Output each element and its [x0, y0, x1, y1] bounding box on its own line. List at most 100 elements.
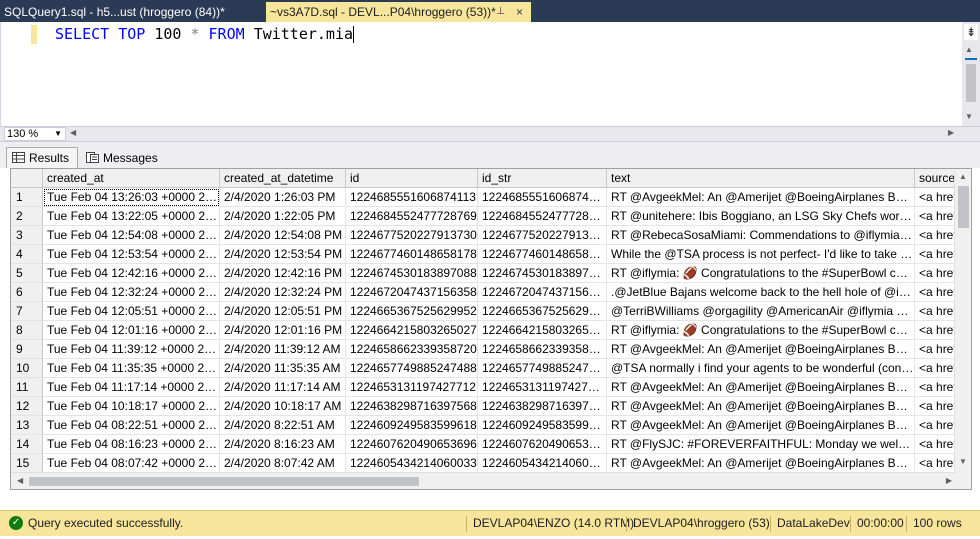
- row-number[interactable]: 8: [11, 321, 43, 340]
- pin-icon[interactable]: ⊥: [496, 2, 505, 22]
- table-cell-text[interactable]: RT @AvgeekMel: An @Amerijet @BoeingAirpl…: [607, 188, 915, 207]
- table-cell-id-str[interactable]: 1224664215803265027: [478, 321, 607, 340]
- table-row[interactable]: 4 Tue Feb 04 12:53:54 +0000 2020 2/4/2020 …: [11, 245, 963, 264]
- table-cell-text[interactable]: RT @RebecaSosaMiami: Commendations to @i…: [607, 226, 915, 245]
- row-number[interactable]: 13: [11, 416, 43, 435]
- scroll-left-icon[interactable]: ◀: [70, 128, 76, 137]
- table-cell-id[interactable]: 1224685551606874113: [346, 188, 478, 207]
- row-number[interactable]: 6: [11, 283, 43, 302]
- table-cell-text[interactable]: RT @AvgeekMel: An @Amerijet @BoeingAirpl…: [607, 397, 915, 416]
- scroll-thumb[interactable]: [958, 186, 969, 228]
- table-row[interactable]: 8 Tue Feb 04 12:01:16 +0000 2020 2/4/2020 …: [11, 321, 963, 340]
- table-cell-text[interactable]: RT @unitehere: Ibis Boggiano, an LSG Sky…: [607, 207, 915, 226]
- table-cell-created-at[interactable]: Tue Feb 04 11:39:12 +0000 2020: [43, 340, 220, 359]
- table-row[interactable]: 14 Tue Feb 04 08:16:23 +0000 2020 2/4/2020…: [11, 435, 963, 454]
- scroll-right-icon[interactable]: ▶: [948, 128, 954, 137]
- table-cell-id[interactable]: 1224658662339358720: [346, 340, 478, 359]
- table-cell-created-at-datetime[interactable]: 2/4/2020 12:32:24 PM: [220, 283, 346, 302]
- table-cell-id-str[interactable]: 1224605434214060033: [478, 454, 607, 473]
- table-cell-id[interactable]: 1224664215803265027: [346, 321, 478, 340]
- column-header-id-str[interactable]: id_str: [478, 169, 607, 188]
- table-cell-text[interactable]: RT @AvgeekMel: An @Amerijet @BoeingAirpl…: [607, 416, 915, 435]
- table-row[interactable]: 9 Tue Feb 04 11:39:12 +0000 2020 2/4/2020 …: [11, 340, 963, 359]
- table-cell-created-at-datetime[interactable]: 2/4/2020 12:54:08 PM: [220, 226, 346, 245]
- grid-horizontal-scrollbar[interactable]: ◀ ▶: [11, 472, 956, 489]
- split-editor-icon[interactable]: ⇟: [964, 24, 978, 40]
- tab-messages[interactable]: Messages: [80, 147, 158, 168]
- table-cell-text[interactable]: RT @iflymia: 🏈 Congratulations to the #S…: [607, 321, 915, 340]
- table-cell-text[interactable]: RT @AvgeekMel: An @Amerijet @BoeingAirpl…: [607, 454, 915, 473]
- row-number[interactable]: 4: [11, 245, 43, 264]
- column-header-created-at-datetime[interactable]: created_at_datetime: [220, 169, 346, 188]
- table-cell-text[interactable]: .@JetBlue Bajans welcome back to the hel…: [607, 283, 915, 302]
- table-row[interactable]: 1 Tue Feb 04 13:26:03 +0000 2020 2/4/2020 …: [11, 188, 963, 207]
- table-cell-id-str[interactable]: 1224685551606874113: [478, 188, 607, 207]
- table-row[interactable]: 15 Tue Feb 04 08:07:42 +0000 2020 2/4/2020…: [11, 454, 963, 473]
- table-cell-created-at[interactable]: Tue Feb 04 12:01:16 +0000 2020: [43, 321, 220, 340]
- table-cell-created-at[interactable]: Tue Feb 04 08:22:51 +0000 2020: [43, 416, 220, 435]
- table-cell-text[interactable]: RT @AvgeekMel: An @Amerijet @BoeingAirpl…: [607, 378, 915, 397]
- table-cell-id[interactable]: 1224638298716397568: [346, 397, 478, 416]
- sql-code-line[interactable]: SELECT TOP 100 * FROM Twitter.mia: [55, 25, 355, 44]
- table-cell-created-at[interactable]: Tue Feb 04 08:07:42 +0000 2020: [43, 454, 220, 473]
- table-cell-text[interactable]: While the @TSA process is not perfect- I…: [607, 245, 915, 264]
- table-cell-created-at-datetime[interactable]: 2/4/2020 10:18:17 AM: [220, 397, 346, 416]
- table-cell-id[interactable]: 1224605434214060033: [346, 454, 478, 473]
- table-cell-text[interactable]: @TerriBWilliams @orgagility @AmericanAir…: [607, 302, 915, 321]
- grid-vertical-scrollbar[interactable]: ▲ ▼: [954, 169, 971, 489]
- table-cell-id[interactable]: 1224609249583599618: [346, 416, 478, 435]
- table-cell-id-str[interactable]: 1224658662339358720: [478, 340, 607, 359]
- column-header-created-at[interactable]: created_at: [43, 169, 220, 188]
- table-row[interactable]: 11 Tue Feb 04 11:17:14 +0000 2020 2/4/2020…: [11, 378, 963, 397]
- table-cell-created-at-datetime[interactable]: 2/4/2020 11:35:35 AM: [220, 359, 346, 378]
- table-cell-id[interactable]: 1224653131197427712: [346, 378, 478, 397]
- table-cell-created-at-datetime[interactable]: 2/4/2020 12:53:54 PM: [220, 245, 346, 264]
- table-cell-created-at-datetime[interactable]: 2/4/2020 12:42:16 PM: [220, 264, 346, 283]
- scroll-down-icon[interactable]: ▼: [959, 457, 967, 466]
- table-cell-id-str[interactable]: 1224677520227913730: [478, 226, 607, 245]
- table-cell-id-str[interactable]: 1224674530183897088: [478, 264, 607, 283]
- table-cell-created-at[interactable]: Tue Feb 04 12:54:08 +0000 2020: [43, 226, 220, 245]
- table-row[interactable]: 13 Tue Feb 04 08:22:51 +0000 2020 2/4/2020…: [11, 416, 963, 435]
- editor-vertical-scrollbar[interactable]: ⇟ ▲ ▼: [962, 22, 980, 126]
- chevron-down-icon[interactable]: ▼: [54, 128, 62, 140]
- table-cell-id-str[interactable]: 1224672047437156358: [478, 283, 607, 302]
- scroll-up-icon[interactable]: ▲: [959, 172, 967, 181]
- row-number[interactable]: 14: [11, 435, 43, 454]
- table-row[interactable]: 10 Tue Feb 04 11:35:35 +0000 2020 2/4/2020…: [11, 359, 963, 378]
- table-cell-created-at-datetime[interactable]: 2/4/2020 1:26:03 PM: [220, 188, 346, 207]
- table-row[interactable]: 5 Tue Feb 04 12:42:16 +0000 2020 2/4/2020 …: [11, 264, 963, 283]
- table-cell-id-str[interactable]: 1224638298716397568: [478, 397, 607, 416]
- table-cell-text[interactable]: RT @iflymia: 🏈 Congratulations to the #S…: [607, 264, 915, 283]
- row-number[interactable]: 5: [11, 264, 43, 283]
- table-cell-id[interactable]: 1224684552477728769: [346, 207, 478, 226]
- table-cell-id-str[interactable]: 1224607620490653696: [478, 435, 607, 454]
- table-cell-text[interactable]: RT @AvgeekMel: An @Amerijet @BoeingAirpl…: [607, 340, 915, 359]
- tab-sqlquery1[interactable]: SQLQuery1.sql - h5...ust (hroggero (84))…: [4, 2, 225, 22]
- scroll-up-icon[interactable]: ▲: [965, 45, 973, 54]
- table-row[interactable]: 6 Tue Feb 04 12:32:24 +0000 2020 2/4/2020 …: [11, 283, 963, 302]
- table-cell-id[interactable]: 1224607620490653696: [346, 435, 478, 454]
- row-number[interactable]: 3: [11, 226, 43, 245]
- table-cell-created-at-datetime[interactable]: 2/4/2020 11:17:14 AM: [220, 378, 346, 397]
- table-cell-created-at[interactable]: Tue Feb 04 13:26:03 +0000 2020: [43, 188, 220, 207]
- grid-corner-header[interactable]: [11, 169, 43, 188]
- tab-results[interactable]: Results: [6, 147, 78, 168]
- tab-vs3a7d[interactable]: ~vs3A7D.sql - DEVL...P04\hroggero (53))*…: [266, 2, 531, 22]
- table-cell-id[interactable]: 1224677520227913730: [346, 226, 478, 245]
- scroll-thumb[interactable]: [29, 477, 419, 486]
- table-cell-created-at-datetime[interactable]: 2/4/2020 8:07:42 AM: [220, 454, 346, 473]
- row-number[interactable]: 12: [11, 397, 43, 416]
- table-cell-id-str[interactable]: 1224677460148658178: [478, 245, 607, 264]
- table-cell-created-at[interactable]: Tue Feb 04 12:32:24 +0000 2020: [43, 283, 220, 302]
- row-number[interactable]: 15: [11, 454, 43, 473]
- scroll-left-icon[interactable]: ◀: [17, 476, 23, 485]
- table-cell-created-at[interactable]: Tue Feb 04 12:53:54 +0000 2020: [43, 245, 220, 264]
- row-number[interactable]: 2: [11, 207, 43, 226]
- scroll-right-icon[interactable]: ▶: [946, 476, 952, 485]
- close-icon[interactable]: ×: [516, 2, 523, 22]
- table-cell-created-at[interactable]: Tue Feb 04 12:42:16 +0000 2020: [43, 264, 220, 283]
- table-cell-id[interactable]: 1224657749885247488: [346, 359, 478, 378]
- row-number[interactable]: 1: [11, 188, 43, 207]
- row-number[interactable]: 7: [11, 302, 43, 321]
